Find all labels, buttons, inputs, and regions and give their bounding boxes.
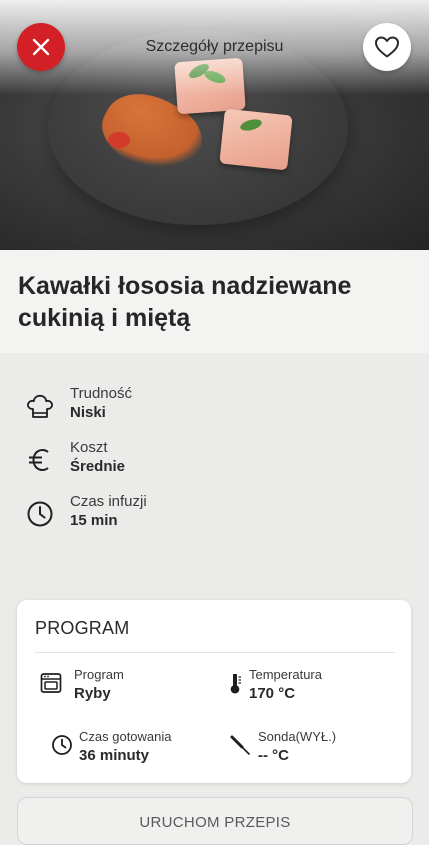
program-value: 36 minuty (79, 747, 150, 764)
program-label: Temperatura (249, 667, 322, 682)
program-value: Ryby (74, 685, 111, 702)
info-difficulty: Trudność Niski (24, 385, 404, 429)
program-value: -- °C (258, 747, 289, 764)
info-label: Koszt (70, 439, 108, 456)
heart-icon (375, 36, 399, 58)
salmon-piece (219, 108, 293, 171)
thermometer-icon (230, 674, 241, 694)
program-item-probe: Sonda(WYŁ.) -- °C (228, 729, 398, 769)
probe-icon (230, 735, 250, 755)
clock-icon (52, 735, 72, 755)
tomato (108, 132, 130, 148)
recipe-title: Kawałki łososia nadziewane cukinią i mię… (18, 272, 352, 332)
euro-icon (29, 448, 49, 472)
info-value: 15 min (70, 512, 118, 529)
clock-icon (27, 501, 53, 527)
info-cost: Koszt Średnie (24, 439, 404, 483)
program-label: Czas gotowania (79, 729, 172, 744)
recipe-title-section: Kawałki łososia nadziewane cukinią i mię… (0, 250, 429, 353)
run-recipe-button[interactable]: URUCHOM PRZEPIS (17, 797, 413, 845)
favorite-button[interactable] (363, 23, 411, 71)
oven-icon (40, 673, 62, 693)
run-recipe-label: URUCHOM PRZEPIS (139, 814, 291, 831)
program-label: Sonda(WYŁ.) (258, 729, 337, 744)
program-label: Program (74, 667, 124, 682)
info-value: Średnie (70, 458, 126, 475)
program-heading: PROGRAM (35, 618, 130, 638)
program-value: 170 °C (249, 685, 296, 702)
divider (35, 652, 395, 653)
program-item-cooking-time: Czas gotowania 36 minuty (50, 729, 220, 769)
info-label: Czas infuzji (70, 493, 147, 510)
program-card: PROGRAM Program Ryby Temperatura 170 °C … (17, 600, 411, 783)
program-item-program: Program Ryby (39, 667, 209, 707)
chef-hat-icon (27, 394, 53, 418)
info-label: Trudność (70, 385, 132, 402)
program-item-temperature: Temperatura 170 °C (223, 667, 393, 707)
info-infusion-time: Czas infuzji 15 min (24, 493, 404, 537)
info-value: Niski (70, 404, 106, 421)
